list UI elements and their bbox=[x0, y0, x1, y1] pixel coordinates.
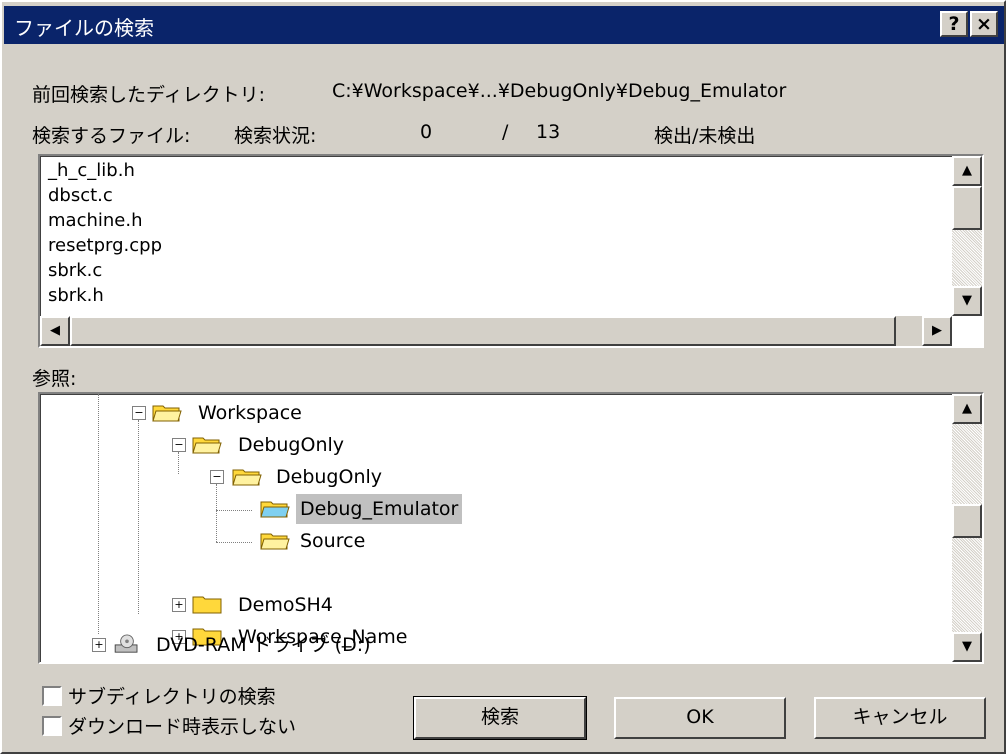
tree-guide bbox=[178, 452, 179, 474]
browse-label: 参照: bbox=[32, 368, 77, 390]
search-button[interactable]: 検索 bbox=[413, 696, 587, 740]
tree-item-label: DemoSH4 bbox=[238, 594, 333, 616]
tree-item-label: DVD-RAM ドライブ (D:) bbox=[156, 634, 371, 656]
list-item[interactable]: dbsct.c bbox=[48, 183, 162, 208]
ok-button[interactable]: OK bbox=[614, 697, 786, 739]
file-list-hscrollbar[interactable]: ◀ ▶ bbox=[40, 316, 952, 346]
file-list-vscrollbar[interactable]: ▲ ▼ bbox=[952, 156, 982, 316]
tree-guide bbox=[216, 542, 252, 543]
folder-open-icon bbox=[152, 405, 182, 422]
cancel-button[interactable]: キャンセル bbox=[814, 697, 986, 739]
scroll-thumb[interactable] bbox=[70, 316, 896, 346]
title-bar: ファイルの検索 ? × bbox=[4, 6, 1004, 44]
folder-open-icon bbox=[260, 533, 290, 550]
tree-vscrollbar[interactable]: ▲ ▼ bbox=[952, 394, 982, 662]
file-list-items: _h_c_lib.h dbsct.c machine.h resetprg.cp… bbox=[48, 158, 162, 308]
collapse-icon[interactable]: − bbox=[172, 438, 186, 452]
scroll-left-icon[interactable]: ◀ bbox=[40, 316, 70, 346]
expand-icon[interactable]: + bbox=[92, 638, 106, 652]
file-search-dialog: ファイルの検索 ? × 前回検索したディレクトリ: C:¥Workspace¥.… bbox=[0, 0, 1006, 754]
found-count: 0 bbox=[420, 121, 433, 143]
folder-closed-icon bbox=[192, 596, 222, 614]
tree-guide bbox=[138, 420, 139, 614]
status-label: 検索状況: bbox=[234, 125, 317, 147]
list-item[interactable]: sbrk.h bbox=[48, 283, 162, 308]
dvd-drive-icon bbox=[114, 634, 138, 653]
count-separator: / bbox=[502, 121, 509, 143]
scroll-up-icon[interactable]: ▲ bbox=[952, 156, 982, 186]
scroll-down-icon[interactable]: ▼ bbox=[952, 286, 982, 316]
tree-item-label: DebugOnly bbox=[238, 434, 345, 456]
list-item[interactable]: machine.h bbox=[48, 208, 162, 233]
collapse-icon[interactable]: − bbox=[210, 470, 224, 484]
tree-item-label: DebugOnly bbox=[276, 466, 383, 488]
file-list[interactable]: _h_c_lib.h dbsct.c machine.h resetprg.cp… bbox=[38, 154, 984, 348]
folder-open-icon bbox=[192, 437, 222, 454]
total-count: 13 bbox=[536, 121, 561, 143]
prev-dir-value: C:¥Workspace¥...¥DebugOnly¥Debug_Emulato… bbox=[332, 80, 787, 102]
collapse-icon[interactable]: − bbox=[132, 406, 146, 420]
list-item[interactable]: sbrk.c bbox=[48, 258, 162, 283]
tree-guide bbox=[216, 510, 252, 511]
no-display-checkbox[interactable] bbox=[42, 716, 62, 736]
close-button[interactable]: × bbox=[970, 11, 998, 37]
tree-guide bbox=[216, 484, 217, 542]
scroll-thumb[interactable] bbox=[952, 504, 982, 538]
prev-dir-label: 前回検索したディレクトリ: bbox=[32, 84, 266, 106]
scroll-down-icon[interactable]: ▼ bbox=[952, 632, 982, 662]
no-display-label: ダウンロード時表示しない bbox=[68, 716, 297, 738]
scroll-right-icon[interactable]: ▶ bbox=[922, 316, 952, 346]
folder-open-icon bbox=[260, 501, 290, 518]
status-text: 検出/未検出 bbox=[654, 125, 756, 147]
folder-open-icon bbox=[232, 469, 262, 486]
files-label: 検索するファイル: bbox=[32, 125, 191, 147]
tree-item-label: Debug_Emulator bbox=[296, 494, 463, 524]
list-item[interactable]: resetprg.cpp bbox=[48, 233, 162, 258]
scroll-thumb[interactable] bbox=[952, 186, 982, 230]
help-button[interactable]: ? bbox=[940, 11, 968, 37]
folder-tree[interactable]: − Workspace − DebugOnly − DebugOnly Debu… bbox=[38, 392, 984, 664]
tree-guide bbox=[98, 394, 99, 634]
list-item[interactable]: _h_c_lib.h bbox=[48, 158, 162, 183]
window-title: ファイルの検索 bbox=[14, 16, 154, 40]
tree-item-label: Source bbox=[300, 530, 366, 552]
subdir-checkbox[interactable] bbox=[42, 686, 62, 706]
tree-item-label: Workspace bbox=[198, 402, 302, 424]
subdir-label: サブディレクトリの検索 bbox=[68, 686, 276, 708]
expand-icon[interactable]: + bbox=[172, 598, 186, 612]
scroll-up-icon[interactable]: ▲ bbox=[952, 394, 982, 424]
